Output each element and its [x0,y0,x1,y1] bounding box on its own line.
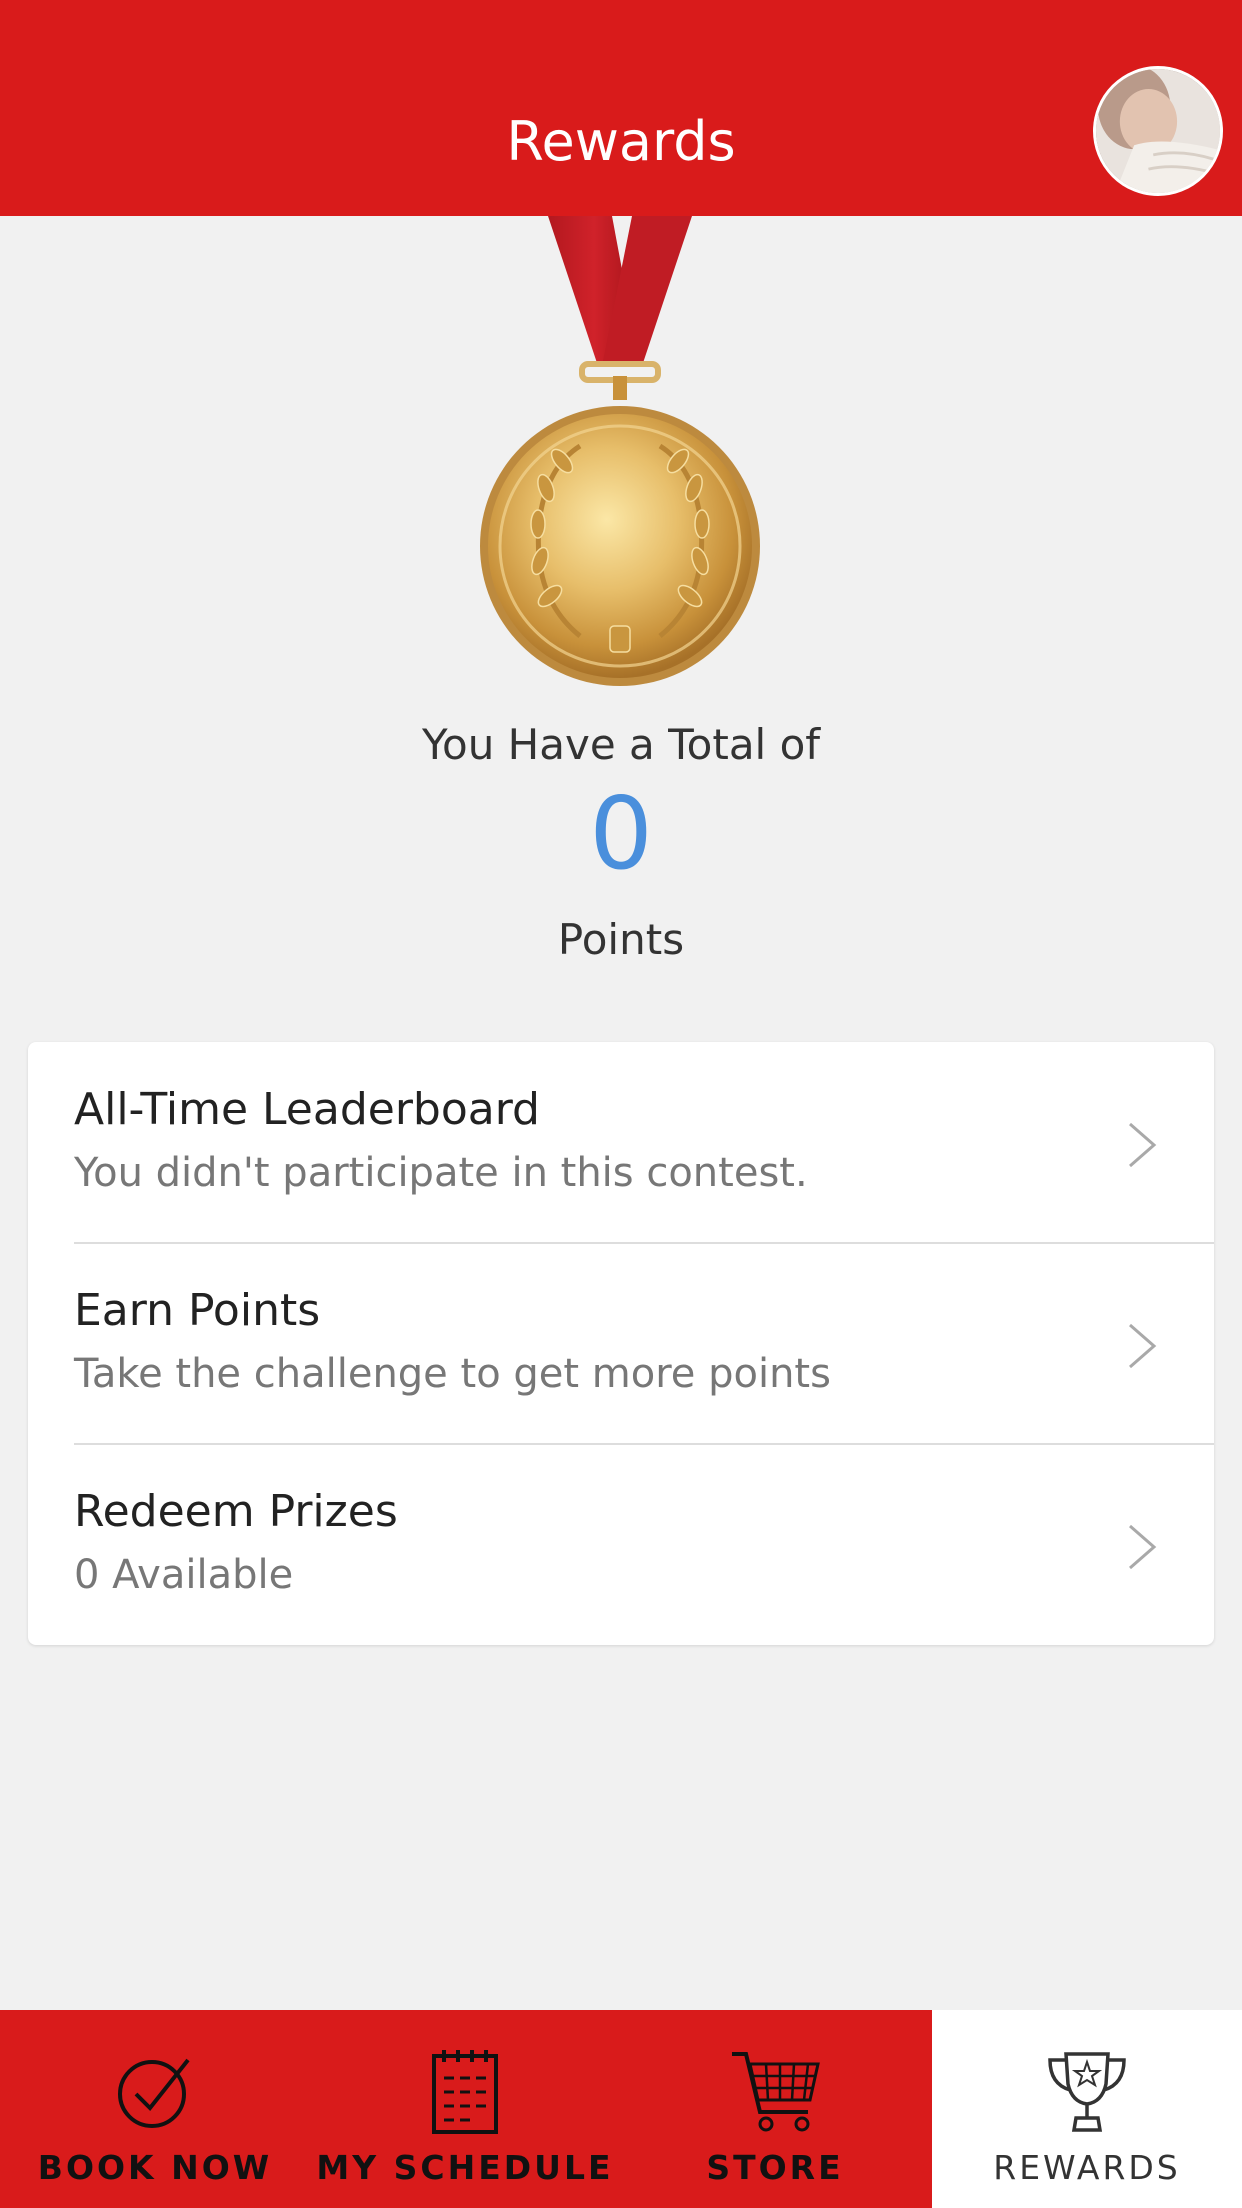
tab-rewards[interactable]: REWARDS [932,2010,1242,2208]
points-label: Points [557,915,685,964]
rewards-menu-card: All-Time Leaderboard You didn't particip… [28,1042,1214,1645]
avatar-photo [1096,69,1220,193]
points-value: 0 [589,775,653,892]
total-label: You Have a Total of [421,720,821,769]
redeem-prizes-row[interactable]: Redeem Prizes 0 Available [28,1444,1214,1645]
avatar[interactable] [1093,66,1223,196]
cart-icon [732,2052,820,2132]
tab-label: STORE [706,2148,844,2187]
app-header: Rewards [0,66,1242,216]
tab-label: BOOK NOW [37,2148,273,2187]
check-circle-icon [118,2058,190,2128]
tab-store[interactable]: STORE [620,2010,930,2208]
row-title: Redeem Prizes [74,1486,398,1537]
tab-my-schedule[interactable]: MY SCHEDULE [310,2010,620,2208]
row-subtitle: 0 Available [74,1552,294,1598]
row-title: Earn Points [74,1285,321,1336]
trophy-icon [1048,2052,1126,2132]
bottom-tab-bar: BOOK NOW MY SCHEDULE STORE REWARDS [0,2010,1242,2208]
chevron-right-icon [1129,1524,1157,1570]
row-title: All-Time Leaderboard [74,1084,540,1135]
tab-book-now[interactable]: BOOK NOW [0,2010,310,2208]
tab-label: REWARDS [993,2148,1181,2187]
chevron-right-icon [1129,1323,1157,1369]
status-bar [0,0,1242,66]
leaderboard-row[interactable]: All-Time Leaderboard You didn't particip… [28,1042,1214,1243]
earn-points-row[interactable]: Earn Points Take the challenge to get mo… [28,1243,1214,1444]
tab-label: MY SCHEDULE [316,2148,614,2187]
medal-icon [480,216,760,686]
page-title: Rewards [506,110,736,173]
row-subtitle: You didn't participate in this contest. [74,1150,808,1196]
chevron-right-icon [1129,1122,1157,1168]
row-subtitle: Take the challenge to get more points [74,1351,831,1397]
calendar-icon [432,2050,498,2134]
